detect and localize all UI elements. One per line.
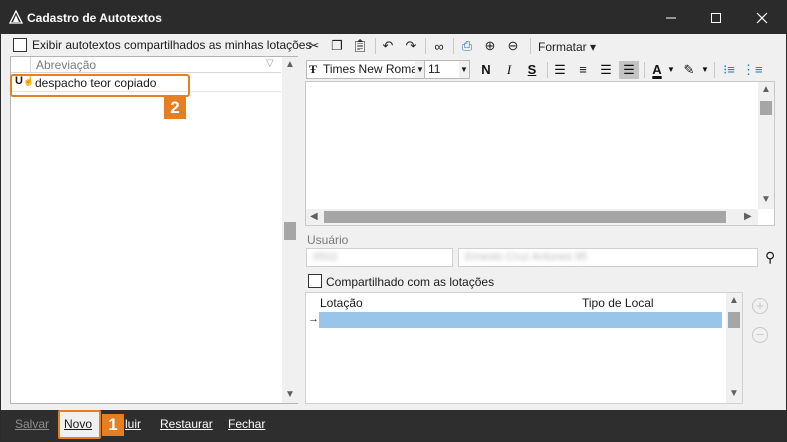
align-center-icon[interactable]: ≡ bbox=[573, 61, 593, 79]
scroll-right-icon[interactable]: ▶ bbox=[744, 212, 752, 222]
close-icon bbox=[756, 12, 768, 24]
save-button[interactable]: Salvar bbox=[15, 417, 49, 431]
size-dropdown-icon[interactable]: ▼ bbox=[459, 61, 469, 78]
align-right-icon[interactable]: ☰ bbox=[596, 61, 616, 79]
list-vertical-scrollbar[interactable]: ▲ ▼ bbox=[282, 57, 298, 403]
highlight-icon[interactable]: ✎ bbox=[679, 61, 699, 79]
close-form-button[interactable]: Fechar bbox=[228, 417, 265, 431]
underline-button[interactable]: S bbox=[522, 61, 542, 79]
add-lotacao-button[interactable]: + bbox=[752, 298, 768, 314]
format-bar: Ŧ Times New Roman ▼ 11 ▼ N I S ☰ ≡ ☰ ☰ A… bbox=[304, 59, 784, 81]
toolbar-separator bbox=[714, 62, 715, 78]
scroll-thumb[interactable] bbox=[284, 222, 296, 240]
zoom-in-icon[interactable]: ⊕ bbox=[481, 37, 499, 55]
remove-lotacao-button[interactable]: − bbox=[752, 327, 768, 343]
lotacoes-grid: Lotação Tipo de Local → ▲ ▼ bbox=[305, 292, 743, 404]
toolbar-separator bbox=[375, 38, 376, 54]
numbered-list-icon[interactable]: ⋮≡ bbox=[742, 61, 763, 79]
user-label: Usuário bbox=[307, 233, 349, 247]
toolbar-separator bbox=[530, 38, 531, 54]
scroll-up-icon[interactable]: ▲ bbox=[285, 60, 295, 70]
justify-icon[interactable]: ☰ bbox=[619, 61, 639, 79]
copy-icon[interactable]: ❐ bbox=[328, 37, 346, 55]
callout-2-badge: 2 bbox=[164, 97, 186, 119]
toolbar-separator bbox=[425, 38, 426, 54]
font-size-select[interactable]: 11 ▼ bbox=[424, 60, 470, 79]
editor-horizontal-scrollbar[interactable]: ◀ ▶ bbox=[306, 209, 758, 225]
close-button[interactable] bbox=[739, 1, 785, 34]
scroll-thumb[interactable] bbox=[324, 211, 726, 223]
maximize-button[interactable] bbox=[693, 1, 739, 34]
grid-vertical-scrollbar[interactable]: ▲ ▼ bbox=[726, 293, 742, 403]
autotext-list: Abreviação ▽ U☝ despacho teor copiado ▲ … bbox=[10, 56, 298, 404]
column-header-abreviacao[interactable]: Abreviação bbox=[36, 58, 96, 72]
shared-label: Compartilhado com as lotações bbox=[326, 275, 495, 289]
scroll-down-icon[interactable]: ▼ bbox=[285, 390, 295, 400]
user-name-field[interactable]: Ernesto Cruz Antunes 95 bbox=[458, 248, 758, 267]
show-shared-checkbox[interactable] bbox=[13, 38, 27, 52]
list-header: Abreviação ▽ bbox=[11, 57, 281, 73]
align-left-icon[interactable]: ☰ bbox=[550, 61, 570, 79]
toolbar-separator bbox=[644, 62, 645, 78]
user-id-field[interactable]: 0502 bbox=[306, 248, 453, 267]
font-color-dropdown-icon[interactable]: ▼ bbox=[666, 61, 676, 79]
highlight-dropdown-icon[interactable]: ▼ bbox=[700, 61, 710, 79]
editor-vertical-scrollbar[interactable]: ▲ ▼ bbox=[758, 82, 774, 209]
format-menu[interactable]: Formatar ▾ bbox=[538, 40, 596, 54]
scroll-down-icon[interactable]: ▼ bbox=[761, 195, 771, 205]
bottom-action-bar: Salvar Novo 1 luir Restaurar Fechar bbox=[1, 410, 786, 441]
current-row-arrow-icon: → bbox=[308, 313, 319, 325]
delete-button[interactable]: luir bbox=[125, 417, 141, 431]
toolbar-separator bbox=[547, 62, 548, 78]
scroll-up-icon[interactable]: ▲ bbox=[761, 85, 771, 95]
find-icon[interactable]: ∞ bbox=[430, 37, 448, 55]
font-color-button[interactable]: A bbox=[647, 61, 667, 79]
grid-header: Lotação Tipo de Local bbox=[306, 295, 726, 311]
cut-icon[interactable]: ✂ bbox=[305, 37, 323, 55]
shared-checkbox[interactable] bbox=[308, 274, 322, 288]
minimize-icon bbox=[665, 12, 677, 24]
bullet-list-icon[interactable]: ⁝≡ bbox=[719, 61, 739, 79]
undo-icon[interactable]: ↶ bbox=[379, 37, 397, 55]
autotext-editor[interactable]: ▲ ▼ ◀ ▶ bbox=[305, 81, 775, 226]
column-header-lotacao[interactable]: Lotação bbox=[320, 296, 363, 310]
column-header-tipo-local[interactable]: Tipo de Local bbox=[582, 296, 654, 310]
autotext-window: Cadastro de Autotextos Exibir autotextos… bbox=[0, 0, 787, 442]
scroll-thumb[interactable] bbox=[760, 101, 772, 115]
window-title: Cadastro de Autotextos bbox=[27, 11, 162, 25]
toolbar-separator bbox=[453, 38, 454, 54]
font-family-select[interactable]: Ŧ Times New Roman ▼ bbox=[306, 60, 426, 79]
title-bar: Cadastro de Autotextos bbox=[1, 1, 786, 34]
italic-button[interactable]: I bbox=[499, 61, 519, 79]
search-icon[interactable]: ⚲ bbox=[765, 249, 775, 266]
show-shared-label: Exibir autotextos compartilhados as minh… bbox=[32, 38, 312, 52]
scroll-down-icon[interactable]: ▼ bbox=[729, 389, 739, 399]
zoom-out-icon[interactable]: ⊖ bbox=[504, 37, 522, 55]
autotext-list-pane: Exibir autotextos compartilhados as minh… bbox=[1, 34, 311, 409]
bold-button[interactable]: N bbox=[476, 61, 496, 79]
callout-2-highlight bbox=[10, 74, 190, 97]
redo-icon[interactable]: ↷ bbox=[402, 37, 420, 55]
table-row[interactable] bbox=[319, 312, 722, 328]
new-button[interactable]: Novo bbox=[64, 417, 92, 431]
filter-icon[interactable]: ▽ bbox=[266, 58, 274, 69]
app-icon bbox=[8, 9, 24, 24]
print-icon[interactable]: ⎙ bbox=[458, 37, 476, 55]
maximize-icon bbox=[710, 12, 722, 24]
restore-button[interactable]: Restaurar bbox=[160, 417, 213, 431]
scroll-up-icon[interactable]: ▲ bbox=[729, 296, 739, 306]
scroll-left-icon[interactable]: ◀ bbox=[310, 212, 318, 222]
row-gutter bbox=[11, 57, 31, 73]
editor-toolbar: ✂ ❐ 📋︎ ↶ ↷ ∞ ⎙ ⊕ ⊖ Formatar ▾ bbox=[304, 34, 784, 58]
scroll-thumb[interactable] bbox=[728, 312, 740, 328]
callout-1-badge: 1 bbox=[102, 414, 124, 436]
font-type-icon: Ŧ bbox=[309, 62, 318, 76]
paste-icon[interactable]: 📋︎ bbox=[351, 37, 369, 55]
minimize-button[interactable] bbox=[648, 1, 694, 34]
